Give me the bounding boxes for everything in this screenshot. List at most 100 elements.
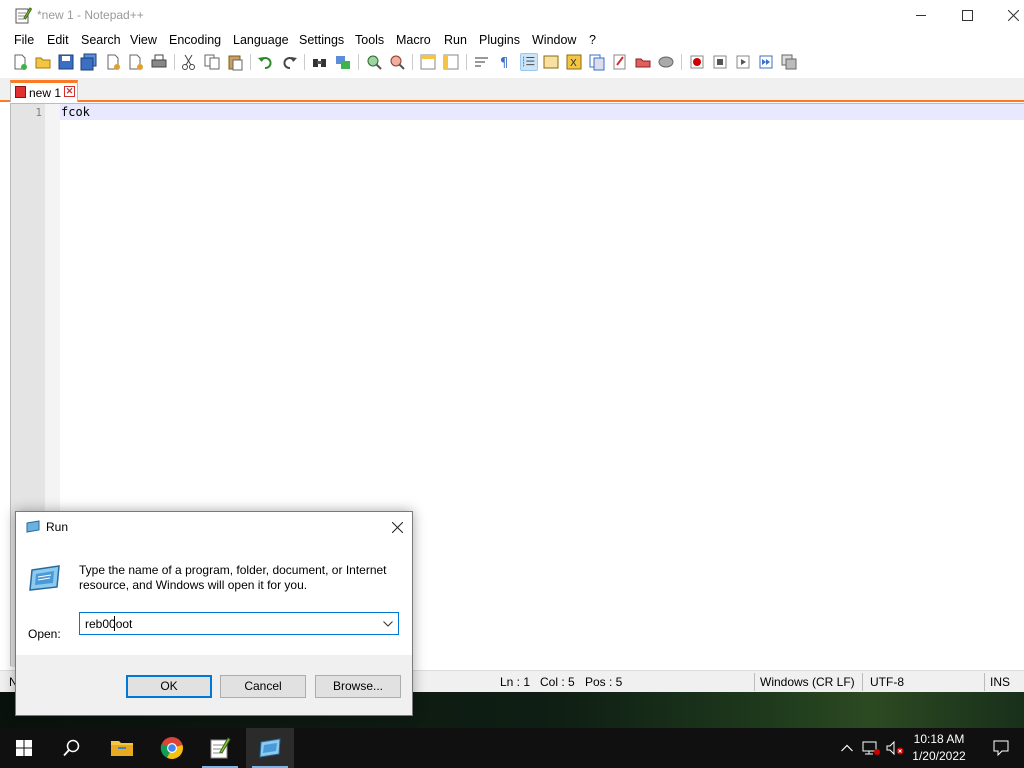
network-icon xyxy=(862,741,880,755)
status-position: Pos : 5 xyxy=(585,675,623,689)
show-all-characters-icon[interactable]: ¶ xyxy=(496,53,514,71)
save-macro-icon[interactable] xyxy=(780,53,798,71)
taskbar-run[interactable] xyxy=(246,728,294,768)
run-program-icon xyxy=(29,565,60,591)
toolbar-separator xyxy=(681,54,682,70)
menu-tools[interactable]: Tools xyxy=(355,33,384,47)
playback-macro-icon[interactable] xyxy=(734,53,752,71)
open-file-icon[interactable] xyxy=(34,53,52,71)
editor-line-text[interactable]: fcok xyxy=(61,105,90,119)
word-wrap-icon[interactable] xyxy=(473,53,491,71)
cancel-button[interactable]: Cancel xyxy=(220,675,306,698)
monitoring-icon[interactable] xyxy=(657,53,675,71)
taskbar-chrome[interactable] xyxy=(148,728,196,768)
menu-bar: File Edit Search View Encoding Language … xyxy=(0,30,1024,50)
undo-icon[interactable] xyxy=(257,53,275,71)
user-language-icon[interactable]: X xyxy=(565,53,583,71)
run-title-bar[interactable]: Run xyxy=(16,512,412,541)
search-icon xyxy=(63,739,80,757)
zoom-in-icon[interactable] xyxy=(365,53,383,71)
paste-icon[interactable] xyxy=(226,53,244,71)
taskbar-notepadpp[interactable] xyxy=(196,728,244,768)
status-encoding[interactable]: UTF-8 xyxy=(870,675,904,689)
close-icon xyxy=(1007,9,1019,21)
close-icon xyxy=(391,521,403,533)
save-all-icon[interactable] xyxy=(80,53,98,71)
notification-icon xyxy=(993,740,1009,756)
menu-macro[interactable]: Macro xyxy=(396,33,431,47)
toolbar: ¶ X xyxy=(0,51,1024,73)
print-icon[interactable] xyxy=(150,53,168,71)
open-combobox[interactable]: reb00oot xyxy=(79,612,399,635)
clock-time: 10:18 AM xyxy=(913,732,965,746)
run-description: Type the name of a program, folder, docu… xyxy=(79,563,387,592)
ok-button[interactable]: OK xyxy=(126,675,212,698)
new-file-icon[interactable] xyxy=(11,53,29,71)
browse-button[interactable]: Browse... xyxy=(315,675,401,698)
open-dropdown-button[interactable] xyxy=(381,616,395,632)
minimize-icon xyxy=(915,14,926,16)
close-button[interactable] xyxy=(990,0,1024,30)
function-list-icon[interactable] xyxy=(588,53,606,71)
menu-search[interactable]: Search xyxy=(81,33,121,47)
tab-bar: new 1 ✕ xyxy=(0,78,1024,102)
search-button[interactable] xyxy=(48,728,96,768)
project-panel-icon[interactable] xyxy=(634,53,652,71)
indent-guide-icon[interactable] xyxy=(520,53,538,71)
menu-settings[interactable]: Settings xyxy=(299,33,344,47)
tab-new-1[interactable]: new 1 ✕ xyxy=(10,80,78,102)
text-caret xyxy=(114,616,115,631)
menu-help[interactable]: ? xyxy=(589,33,596,47)
cut-icon[interactable] xyxy=(180,53,198,71)
notepadpp-icon xyxy=(210,737,231,759)
minimize-button[interactable] xyxy=(898,0,944,30)
show-hidden-icons-button[interactable] xyxy=(838,728,856,768)
redo-icon[interactable] xyxy=(280,53,298,71)
sync-horizontal-icon[interactable] xyxy=(442,53,460,71)
taskbar-file-explorer[interactable] xyxy=(98,728,146,768)
run-icon xyxy=(259,738,281,758)
toolbar-separator xyxy=(412,54,413,70)
run-icon xyxy=(26,520,40,533)
zoom-out-icon[interactable] xyxy=(388,53,406,71)
toolbar-separator xyxy=(304,54,305,70)
clock-date: 1/20/2022 xyxy=(912,749,966,763)
open-input[interactable]: reb00oot xyxy=(85,617,132,631)
menu-file[interactable]: File xyxy=(14,33,34,47)
record-macro-icon[interactable] xyxy=(688,53,706,71)
menu-edit[interactable]: Edit xyxy=(47,33,69,47)
menu-plugins[interactable]: Plugins xyxy=(479,33,520,47)
menu-run[interactable]: Run xyxy=(444,33,467,47)
network-tray-button[interactable] xyxy=(860,728,882,768)
menu-window[interactable]: Window xyxy=(532,33,576,47)
run-title: Run xyxy=(46,520,69,534)
stop-recording-icon[interactable] xyxy=(711,53,729,71)
maximize-button[interactable] xyxy=(944,0,990,30)
menu-view[interactable]: View xyxy=(130,33,157,47)
save-icon[interactable] xyxy=(57,53,75,71)
find-icon[interactable] xyxy=(311,53,329,71)
replace-icon[interactable] xyxy=(334,53,352,71)
close-all-icon[interactable] xyxy=(127,53,145,71)
close-file-icon[interactable] xyxy=(104,53,122,71)
folder-workspace-icon[interactable] xyxy=(611,53,629,71)
status-insert-mode[interactable]: INS xyxy=(990,675,1010,689)
system-clock[interactable]: 10:18 AM 1/20/2022 xyxy=(900,731,978,765)
line-number: 1 xyxy=(35,106,42,119)
document-map-icon[interactable] xyxy=(542,53,560,71)
run-close-button[interactable] xyxy=(386,517,408,537)
title-bar[interactable]: *new 1 - Notepad++ xyxy=(0,0,1024,30)
menu-language[interactable]: Language xyxy=(233,33,289,47)
sync-vertical-icon[interactable] xyxy=(419,53,437,71)
status-eol-format[interactable]: Windows (CR LF) xyxy=(760,675,855,689)
start-icon xyxy=(16,740,32,756)
run-macro-multiple-icon[interactable] xyxy=(757,53,775,71)
action-center-button[interactable] xyxy=(978,728,1024,768)
toolbar-separator xyxy=(174,54,175,70)
menu-encoding[interactable]: Encoding xyxy=(169,33,221,47)
copy-icon[interactable] xyxy=(203,53,221,71)
notepadpp-icon xyxy=(15,7,32,24)
window-title: *new 1 - Notepad++ xyxy=(37,8,144,22)
start-button[interactable] xyxy=(0,728,48,768)
tab-close-icon[interactable]: ✕ xyxy=(64,86,75,97)
